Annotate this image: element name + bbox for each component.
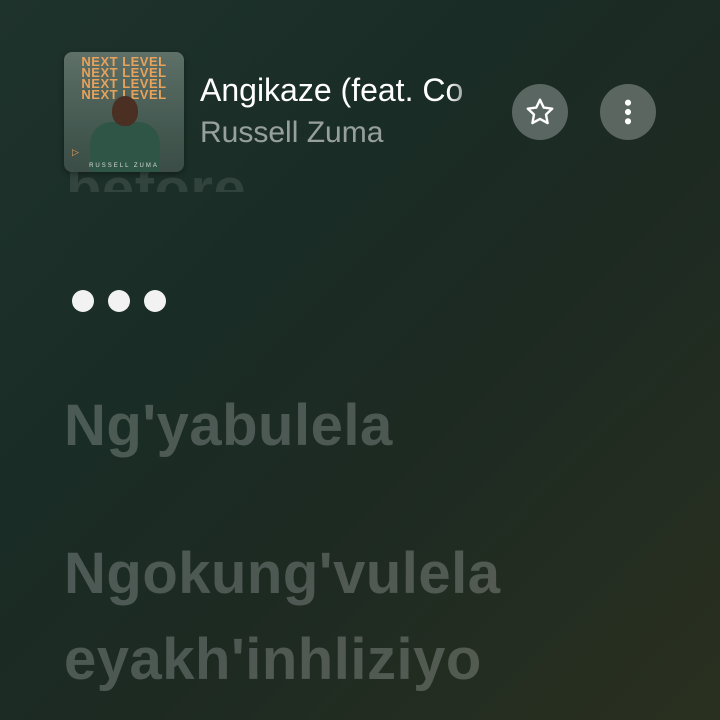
artwork-title: NEXT LEVEL NEXT LEVEL NEXT LEVEL NEXT LEVEL [81,54,167,102]
now-playing-header: NEXT LEVEL NEXT LEVEL NEXT LEVEL NEXT LEVEL… [0,0,720,178]
album-artwork[interactable]: NEXT LEVEL NEXT LEVEL NEXT LEVEL NEXT LEVEL… [64,52,184,172]
dot [108,290,130,312]
star-icon [526,98,554,125]
song-title[interactable]: Angikaze (feat. Co [200,72,482,109]
lyric-line[interactable]: Ng'yabulela [64,392,393,459]
artwork-logo-icon: ▷ [72,147,79,157]
lyric-line[interactable]: eyakh'inhliziyo [64,626,482,693]
song-artist[interactable]: Russell Zuma [200,116,383,150]
artwork-artist: RUSSELL ZUMA [89,163,159,169]
dot [72,290,94,312]
lyric-line[interactable]: Ngokung'vulela [64,540,501,607]
artwork-figure-head [112,96,138,126]
favorite-button[interactable] [512,84,568,140]
more-options-button[interactable] [600,84,656,140]
more-vertical-icon [624,99,632,125]
instrumental-indicator [72,290,166,312]
dot [144,290,166,312]
